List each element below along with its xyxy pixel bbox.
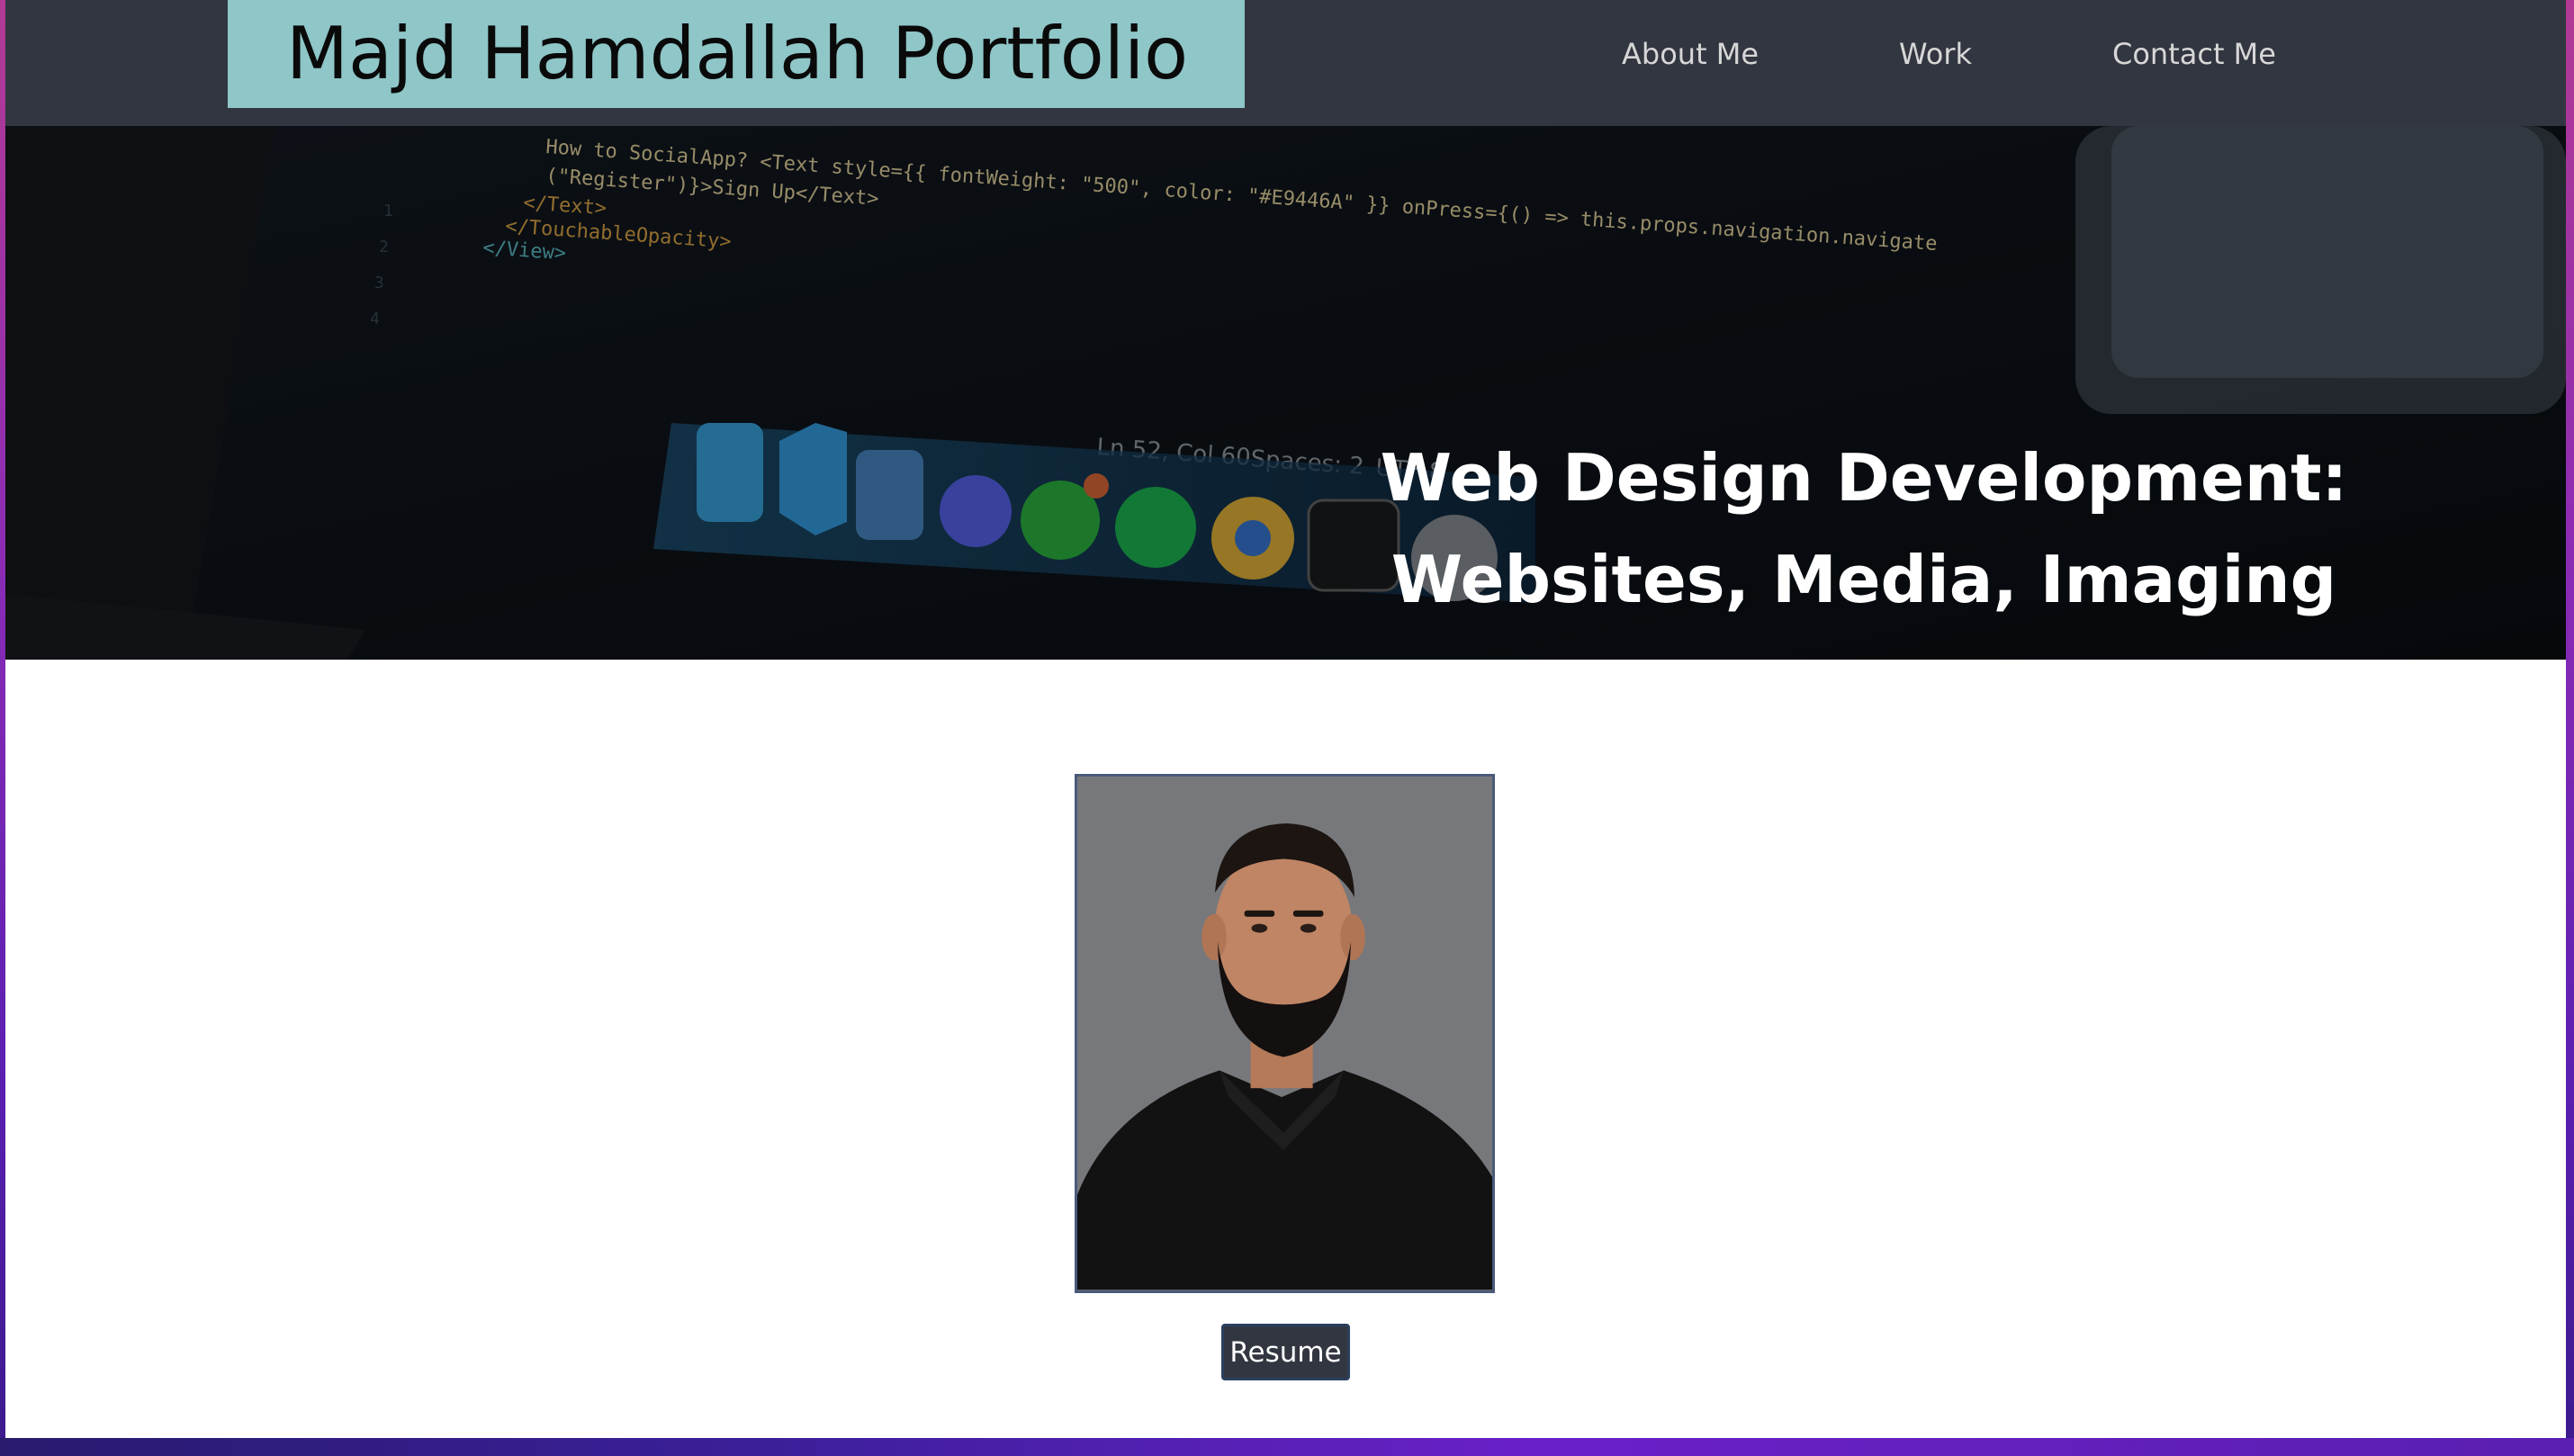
- nav-item-work[interactable]: Work: [1899, 0, 1972, 108]
- nav-item-about[interactable]: About Me: [1622, 0, 1759, 108]
- profile-person-image: [1077, 777, 1492, 1290]
- page: Majd Hamdallah Portfolio About Me Work C…: [5, 0, 2566, 1438]
- background-gradient-strip: [0, 1438, 2574, 1456]
- resume-button-label: Resume: [1229, 1335, 1342, 1369]
- nav-item-contact[interactable]: Contact Me: [2112, 0, 2276, 108]
- nav-link-about-me[interactable]: About Me: [1622, 37, 1759, 71]
- site-header: Majd Hamdallah Portfolio About Me Work C…: [5, 0, 2566, 126]
- hero-heading-line-2: Websites, Media, Imaging: [1390, 542, 2337, 617]
- brand-title[interactable]: Majd Hamdallah Portfolio: [286, 18, 1188, 90]
- nav-link-work[interactable]: Work: [1899, 37, 1972, 71]
- resume-button[interactable]: Resume: [1221, 1324, 1350, 1380]
- profile-photo: [1075, 774, 1495, 1293]
- hero-banner: 1 2 3 4 How to SocialApp? <Text style={{…: [5, 126, 2566, 660]
- brand-banner[interactable]: Majd Hamdallah Portfolio: [228, 0, 1245, 108]
- hero-heading-line-1: Web Design Development:: [1380, 440, 2348, 516]
- nav-link-contact-me[interactable]: Contact Me: [2112, 37, 2276, 71]
- hero-heading: Web Design Development: Websites, Media,…: [1369, 427, 2359, 631]
